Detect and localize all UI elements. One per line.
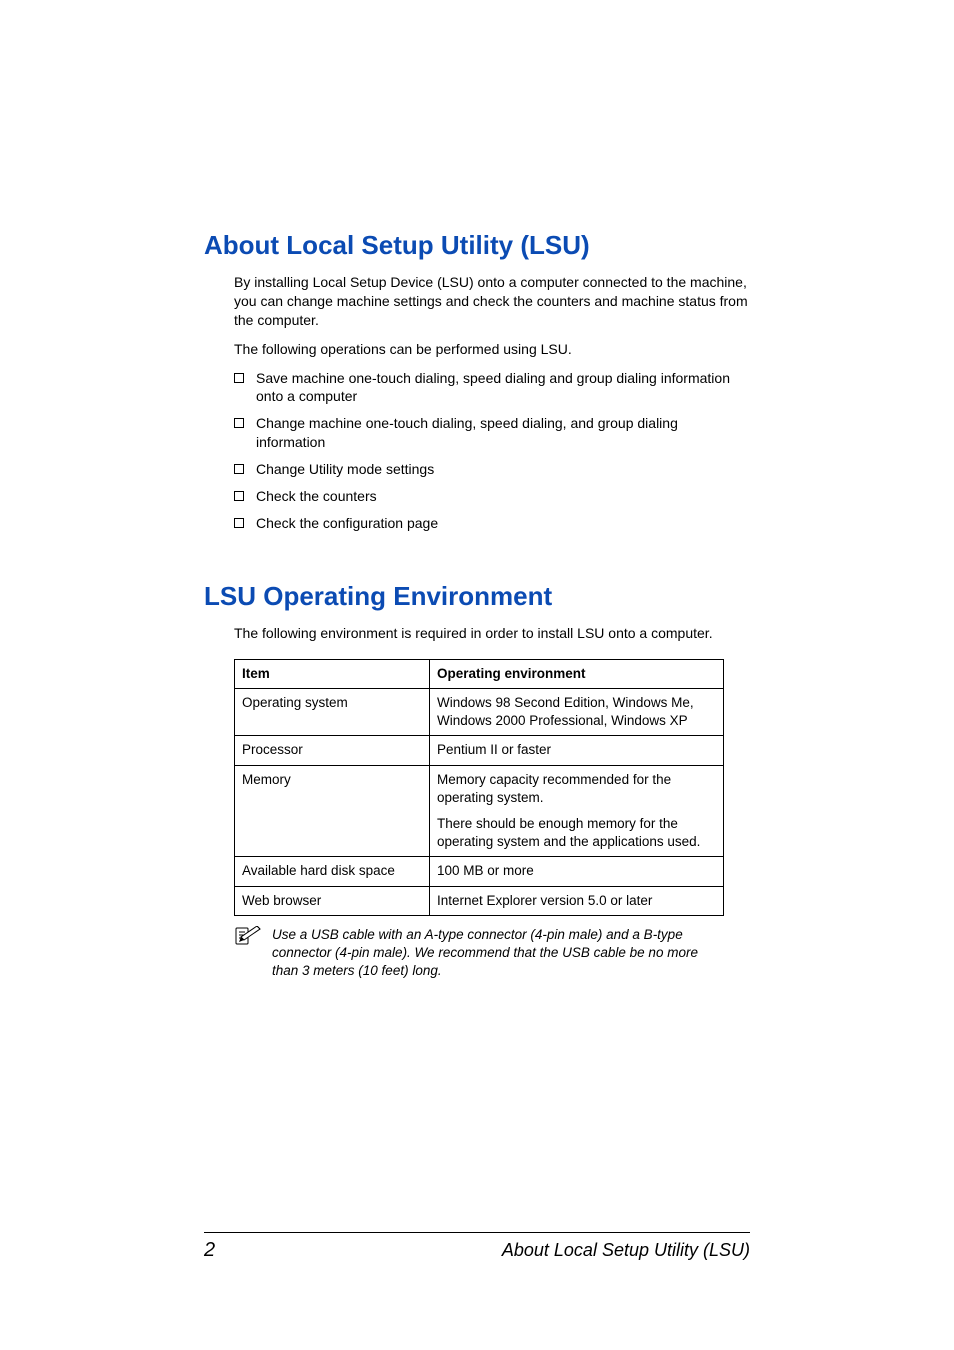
square-bullet-icon [234,373,244,383]
list-item: Save machine one-touch dialing, speed di… [234,369,750,407]
table-cell-item: Processor [235,736,430,765]
table-row: Available hard disk space 100 MB or more [235,857,724,886]
table-cell-env: Memory capacity recommended for the oper… [430,765,724,857]
heading-lsu-env: LSU Operating Environment [204,581,750,612]
list-item-text: Check the configuration page [256,515,438,531]
table-row: Processor Pentium II or faster [235,736,724,765]
list-item-text: Check the counters [256,488,377,504]
table-header-env: Operating environment [430,659,724,688]
list-item-text: Change Utility mode settings [256,461,434,477]
list-item-text: Save machine one-touch dialing, speed di… [256,370,730,405]
table-cell-item: Memory [235,765,430,857]
page-container: About Local Setup Utility (LSU) By insta… [0,0,954,1350]
note-block: Use a USB cable with an A-type connector… [234,926,750,981]
table-cell-env: Windows 98 Second Edition, Windows Me, W… [430,688,724,735]
square-bullet-icon [234,464,244,474]
table-header-row: Item Operating environment [235,659,724,688]
square-bullet-icon [234,491,244,501]
table-header-item: Item [235,659,430,688]
note-icon [234,926,262,948]
table-row: Memory Memory capacity recommended for t… [235,765,724,857]
table-cell-env: Internet Explorer version 5.0 or later [430,886,724,915]
table-row: Web browser Internet Explorer version 5.… [235,886,724,915]
square-bullet-icon [234,518,244,528]
table-operating-environment: Item Operating environment Operating sys… [234,659,724,916]
heading-about-lsu: About Local Setup Utility (LSU) [204,230,750,261]
list-item: Check the counters [234,487,750,506]
table-cell-item: Web browser [235,886,430,915]
list-item: Check the configuration page [234,514,750,533]
table-cell-item: Operating system [235,688,430,735]
list-item: Change Utility mode settings [234,460,750,479]
table-cell-text: There should be enough memory for the op… [437,815,716,851]
list-item-text: Change machine one-touch dialing, speed … [256,415,678,450]
table-row: Operating system Windows 98 Second Editi… [235,688,724,735]
paragraph-lead: The following operations can be performe… [234,340,750,359]
footer-divider [204,1232,750,1233]
paragraph-env-intro: The following environment is required in… [234,624,750,643]
page-number: 2 [204,1239,215,1262]
table-cell-text: Memory capacity recommended for the oper… [437,771,716,807]
footer-title: About Local Setup Utility (LSU) [502,1240,750,1261]
page-footer: 2 About Local Setup Utility (LSU) [204,1232,750,1262]
table-cell-env: Pentium II or faster [430,736,724,765]
list-item: Change machine one-touch dialing, speed … [234,414,750,452]
paragraph-intro: By installing Local Setup Device (LSU) o… [234,273,750,330]
bullet-list-operations: Save machine one-touch dialing, speed di… [234,369,750,533]
table-cell-env: 100 MB or more [430,857,724,886]
table-cell-item: Available hard disk space [235,857,430,886]
square-bullet-icon [234,418,244,428]
note-text: Use a USB cable with an A-type connector… [272,926,722,981]
